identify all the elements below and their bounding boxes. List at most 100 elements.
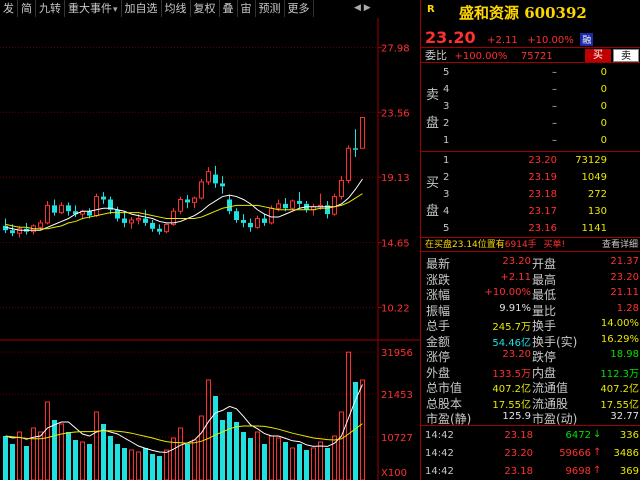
stats-row: 涨幅 +10.00% 最低 21.11 [421, 285, 640, 302]
volume-bar [73, 440, 78, 480]
last-price: 23.20 [425, 28, 476, 47]
volume-bar [304, 450, 309, 480]
candle-body [115, 209, 120, 219]
level-price: – [552, 135, 557, 146]
toolbar-item[interactable]: 复权 [191, 0, 220, 17]
toolbar-item[interactable]: 更多 [285, 0, 314, 17]
kline-chart[interactable]: 27.98 23.56 19.13 14.65 10.22 31956 21453 10727… [0, 0, 420, 480]
level-volume: 0 [600, 118, 607, 129]
order-ratio-pct: +100.00% [454, 51, 508, 62]
candle-body [255, 218, 260, 228]
view-detail-link[interactable]: 查看详细 [602, 238, 638, 252]
ask-row[interactable]: 1 – 0 [421, 134, 640, 150]
stat-value: 1.28 [616, 302, 639, 314]
level-price: – [552, 118, 557, 129]
volume-bar [192, 439, 197, 480]
candle-body [353, 148, 358, 150]
candle-body [346, 147, 351, 181]
volume-bar [276, 437, 281, 480]
volume-bar [283, 442, 288, 480]
ask-row[interactable]: 2 – 0 [421, 117, 640, 133]
stats-row: 涨跌 +2.11 最高 23.20 [421, 270, 640, 287]
volume-bar [80, 441, 85, 480]
volume-bar [290, 447, 295, 480]
tick-count: 369 [619, 466, 639, 477]
volume-bar [101, 424, 106, 480]
candle-body [136, 218, 141, 221]
bid-book: 买 盘 1 23.20 73129 2 23.19 1049 3 23.18 272 4 23.17… [421, 152, 640, 238]
candle-body [234, 211, 239, 220]
toolbar-item[interactable]: 重大事件 [65, 0, 122, 17]
price-tick-label: 23.56 [381, 108, 410, 119]
stock-title: 盛和资源 600392 [459, 2, 587, 23]
stat-value: 21.37 [610, 256, 639, 267]
toolbar-item[interactable]: 发 [0, 0, 18, 17]
stat-value: 21.11 [610, 287, 639, 298]
price-change-pct: +10.00% [527, 35, 574, 46]
candle-body [269, 207, 274, 224]
ask-row[interactable]: 3 – 0 [421, 100, 640, 116]
candle-body [248, 222, 253, 228]
volume-unit-label: X100 [381, 468, 407, 479]
ask-row[interactable]: 4 – 0 [421, 83, 640, 99]
candle-body [38, 222, 43, 228]
candle-body [52, 205, 57, 213]
toolbar-item[interactable]: 宙 [238, 0, 256, 17]
bid-row[interactable]: 2 23.19 1049 [421, 171, 640, 187]
tick-row[interactable]: 14:42 23.18 6472 ↓ 336 [421, 426, 640, 444]
volume-bar [234, 422, 239, 480]
price-tick-label: 10.22 [381, 304, 410, 315]
toolbar-item[interactable]: 加自选 [122, 0, 162, 17]
bid-row[interactable]: 1 23.20 73129 [421, 154, 640, 170]
stat-value: 125.9 [502, 411, 531, 422]
tick-list[interactable]: 14:42 23.18 6472 ↓ 336 14:42 23.20 59666 ↑ 3486 14… [421, 425, 640, 480]
bid-row[interactable]: 3 23.18 272 [421, 188, 640, 204]
candle-body [241, 219, 246, 223]
bid-row[interactable]: 4 23.17 130 [421, 205, 640, 221]
candle-body [227, 199, 232, 212]
bid-row[interactable]: 5 23.16 1141 [421, 222, 640, 238]
toolbar-item[interactable]: 九转 [36, 0, 65, 17]
volume-bar [339, 411, 344, 480]
level-volume: 0 [600, 101, 607, 112]
toolbar-item[interactable]: 简 [18, 0, 36, 17]
toolbar-item[interactable]: 均线 [162, 0, 191, 17]
candle-body [129, 219, 134, 224]
toolbar-item[interactable]: 预测 [256, 0, 285, 17]
volume-tick-label: 31956 [381, 348, 413, 359]
candle-body [45, 204, 50, 224]
tick-row[interactable]: 14:42 23.18 9698 ↑ 369 [421, 462, 640, 480]
tick-row[interactable]: 14:42 23.20 59666 ↑ 3486 [421, 444, 640, 462]
candle-body [94, 196, 99, 217]
volume-bar [136, 451, 141, 480]
sell-button[interactable]: 卖 [613, 49, 639, 62]
volume-bar [122, 448, 127, 480]
stats-row: 最新 23.20 开盘 21.37 [421, 254, 640, 271]
candle-body [10, 230, 15, 234]
level-volume: 1141 [581, 223, 607, 234]
level-price: 23.17 [528, 206, 557, 217]
price-change: +2.11 [487, 35, 518, 46]
volume-bar [318, 441, 323, 480]
margin-tag: 融 [580, 33, 594, 46]
volume-bar [45, 401, 50, 480]
level-number: 3 [443, 189, 450, 200]
stat-value: 14.00% [600, 318, 639, 329]
volume-bar [24, 446, 29, 480]
level-number: 1 [443, 155, 450, 166]
level-number: 2 [443, 118, 450, 129]
volume-bar [325, 448, 330, 480]
level-number: 5 [443, 223, 450, 234]
volume-bar [178, 427, 183, 480]
toolbar-item[interactable]: 叠 [220, 0, 238, 17]
level-price: – [552, 101, 557, 112]
toolbar-scroll-arrows[interactable]: ◀ ▶ [354, 0, 380, 17]
ask-row[interactable]: 5 – 0 [421, 66, 640, 82]
quote-line: 23.20 +2.11 +10.00% 融 [425, 28, 639, 47]
volume-bar [129, 449, 134, 480]
volume-bar [115, 444, 120, 480]
tick-count: 336 [619, 430, 639, 441]
volume-bar [311, 447, 316, 480]
buy-button[interactable]: 买 [585, 49, 611, 62]
level-volume: 0 [600, 67, 607, 78]
